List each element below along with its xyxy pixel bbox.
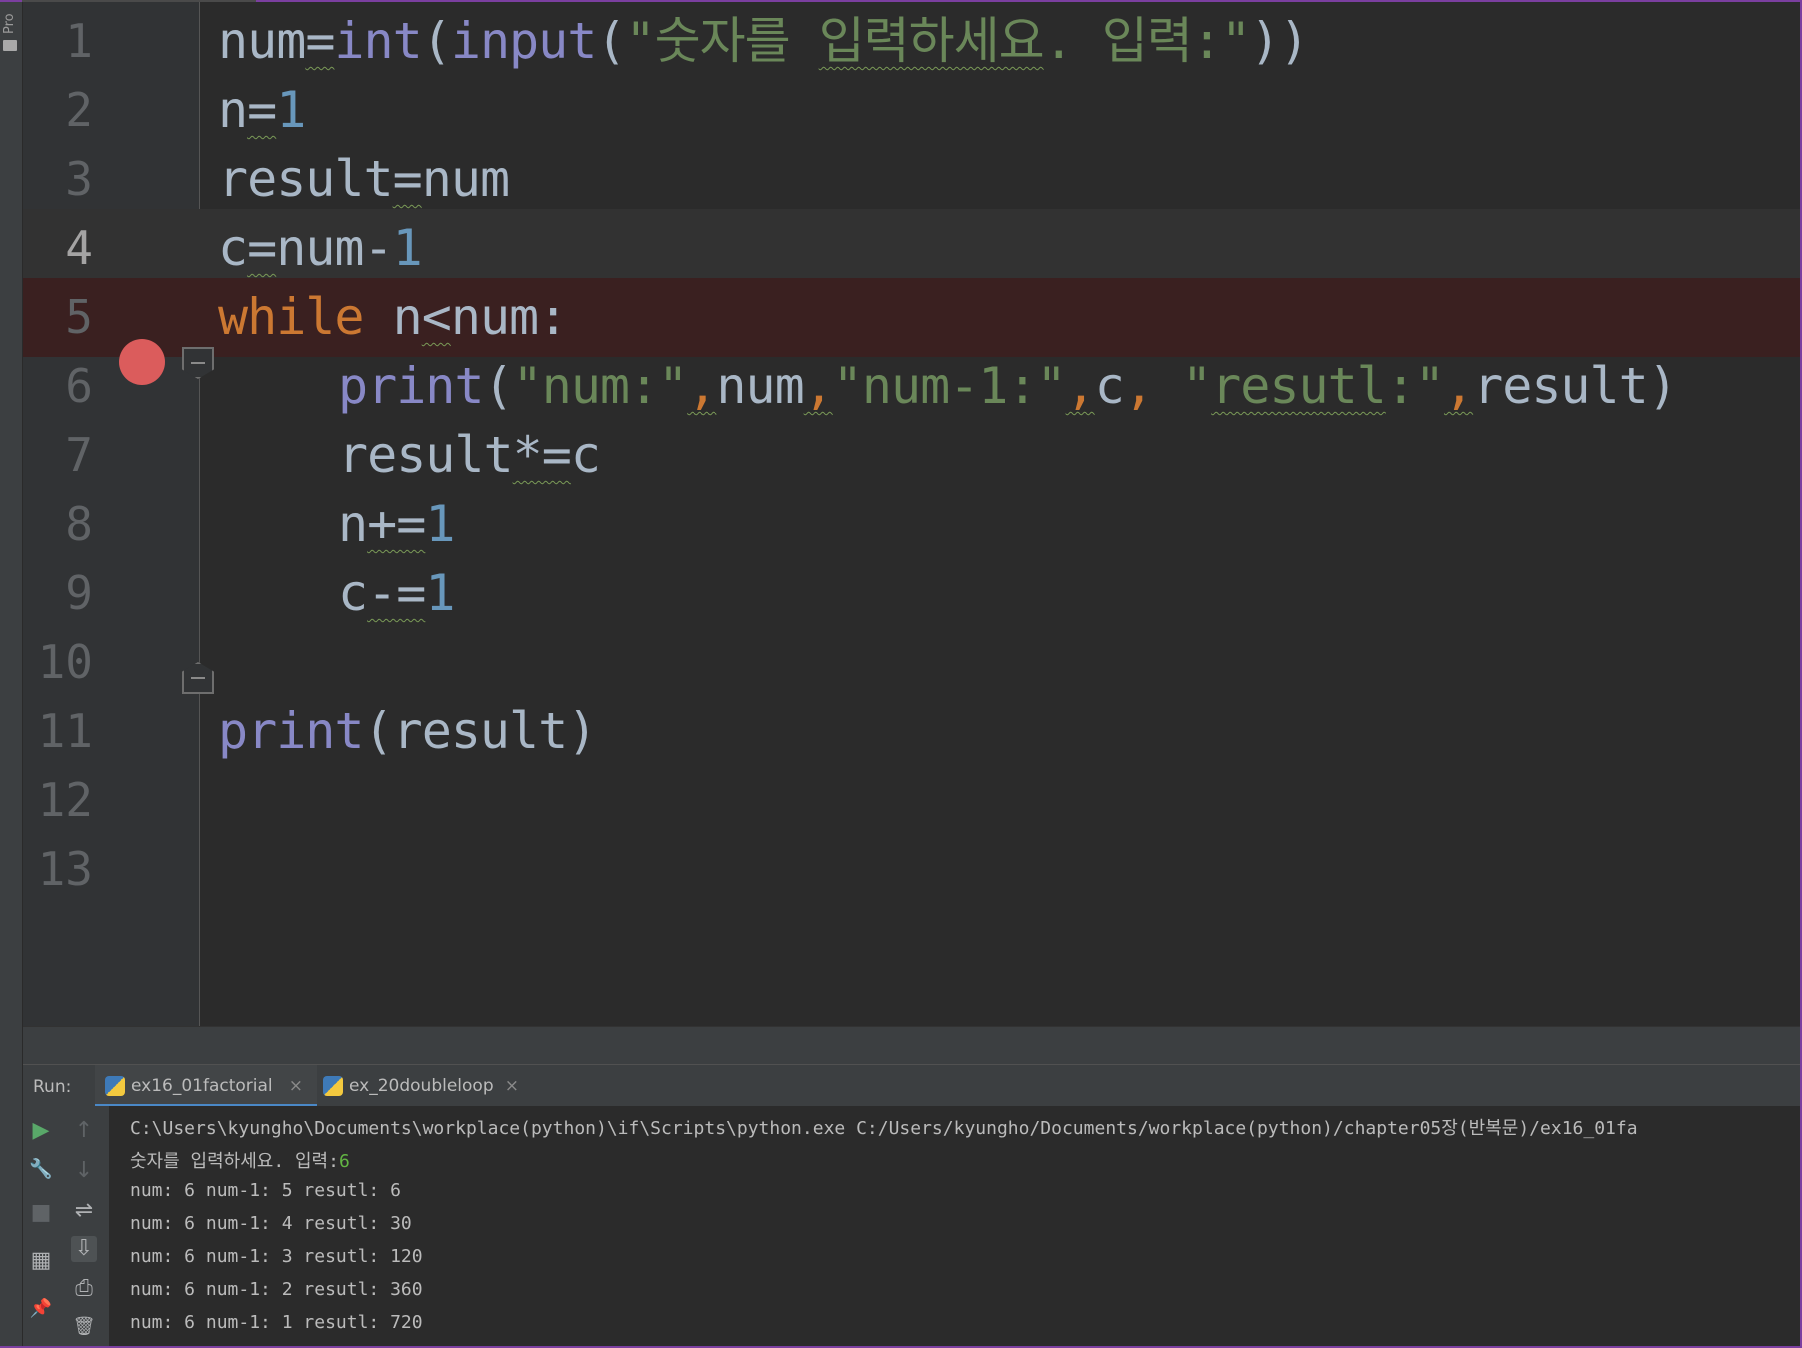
code-line-11[interactable]: 11 print(result): [23, 692, 1800, 771]
run-tab-ex16-01factorial[interactable]: ex16_01factorial ×: [95, 1065, 317, 1107]
console-prompt-line: 숫자를 입력하세요. 입력:6: [130, 1151, 350, 1172]
code-line-3[interactable]: 3 result=num: [23, 140, 1800, 219]
line-number: 4: [65, 221, 93, 275]
code-line-1[interactable]: 1 num=int(input("숫자를 입력하세요. 입력:")): [23, 2, 1800, 81]
rerun-icon[interactable]: ▶: [28, 1118, 54, 1144]
left-tool-strip: Pro: [0, 2, 23, 1346]
code-line-10[interactable]: 10: [23, 623, 1800, 702]
code-line-13[interactable]: 13: [23, 830, 1800, 909]
console-output-line: num: 6 num-1: 5 resutl: 6: [130, 1180, 401, 1201]
line-number: 12: [37, 773, 93, 827]
python-file-icon: [323, 1076, 343, 1096]
line-number: 5: [65, 290, 93, 344]
console-output-line: num: 6 num-1: 1 resutl: 720: [130, 1312, 423, 1333]
layout-icon[interactable]: ▦: [28, 1248, 54, 1274]
line-number: 3: [65, 152, 93, 206]
code-text: print(result): [218, 702, 597, 760]
up-arrow-icon[interactable]: ↑: [71, 1118, 97, 1144]
line-number: 11: [37, 704, 93, 758]
line-number: 7: [65, 428, 93, 482]
console-command-line: C:\Users\kyungho\Documents\workplace(pyt…: [130, 1118, 1638, 1139]
code-text: c-=1: [338, 564, 455, 622]
code-text: n=1: [218, 81, 306, 139]
code-text: while n<num:: [218, 288, 568, 346]
code-line-2[interactable]: 2 n=1: [23, 71, 1800, 150]
console-input-value: 6: [338, 1151, 350, 1172]
console-output-line: num: 6 num-1: 3 resutl: 120: [130, 1246, 423, 1267]
code-line-12[interactable]: 12: [23, 761, 1800, 840]
run-panel-header: Run: ex16_01factorial × ex_20doubleloop …: [23, 1064, 1800, 1107]
line-number: 13: [37, 842, 93, 896]
line-number: 9: [65, 566, 93, 620]
code-line-7[interactable]: 7 result*=c: [23, 416, 1800, 495]
panel-divider[interactable]: [23, 1026, 1800, 1065]
breakpoint-icon[interactable]: [119, 339, 165, 385]
down-arrow-icon[interactable]: ↓: [71, 1158, 97, 1184]
project-tool-label[interactable]: Pro: [2, 6, 17, 34]
pin-icon[interactable]: 📌: [28, 1296, 54, 1322]
close-icon[interactable]: ×: [289, 1065, 303, 1107]
print-icon[interactable]: ⎙: [71, 1276, 97, 1302]
code-text: print("num:",num,"num-1:",c, "resutl:",r…: [338, 357, 1678, 415]
line-number: 10: [37, 635, 93, 689]
code-text: c=num-1: [218, 219, 423, 277]
line-number: 6: [65, 359, 93, 413]
line-number: 8: [65, 497, 93, 551]
run-console-output[interactable]: C:\Users\kyungho\Documents\workplace(pyt…: [110, 1106, 1800, 1346]
code-text: n+=1: [338, 495, 455, 553]
scroll-to-end-icon[interactable]: ⇩: [71, 1236, 97, 1262]
code-editor[interactable]: 1 num=int(input("숫자를 입력하세요. 입력:")) 2 n=1…: [23, 2, 1800, 1026]
code-line-6[interactable]: 6 print("num:",num,"num-1:",c, "resutl:"…: [23, 347, 1800, 426]
code-text: num=int(input("숫자를 입력하세요. 입력:")): [218, 12, 1309, 70]
close-icon[interactable]: ×: [505, 1065, 519, 1107]
console-output-line: num: 6 num-1: 2 resutl: 360: [130, 1279, 423, 1300]
soft-wrap-icon[interactable]: ⇌: [71, 1198, 97, 1224]
folder-icon[interactable]: [3, 40, 17, 51]
code-text: result=num: [218, 150, 510, 208]
code-line-4-current[interactable]: 4 c=num-1: [23, 209, 1800, 288]
trash-icon[interactable]: 🗑: [71, 1314, 97, 1340]
code-text: result*=c: [338, 426, 601, 484]
console-output-line: num: 6 num-1: 4 resutl: 30: [130, 1213, 412, 1234]
line-number: 1: [65, 14, 93, 68]
run-tab-ex-20doubleloop[interactable]: ex_20doubleloop ×: [313, 1065, 533, 1107]
run-tab-label: ex16_01factorial: [131, 1076, 273, 1096]
python-file-icon: [105, 1076, 125, 1096]
code-line-9[interactable]: 9 c-=1: [23, 554, 1800, 633]
code-line-5-breakpoint[interactable]: 5 while n<num:: [23, 278, 1800, 357]
code-line-8[interactable]: 8 n+=1: [23, 485, 1800, 564]
run-label: Run:: [33, 1077, 72, 1097]
run-toolbar: ▶ 🔧 ■ ▦ 📌 ↑ ↓ ⇌ ⇩ ⎙ 🗑: [23, 1106, 110, 1346]
run-tab-label: ex_20doubleloop: [349, 1076, 494, 1096]
settings-icon[interactable]: 🔧: [28, 1156, 54, 1182]
stop-icon[interactable]: ■: [28, 1200, 54, 1226]
line-number: 2: [65, 83, 93, 137]
